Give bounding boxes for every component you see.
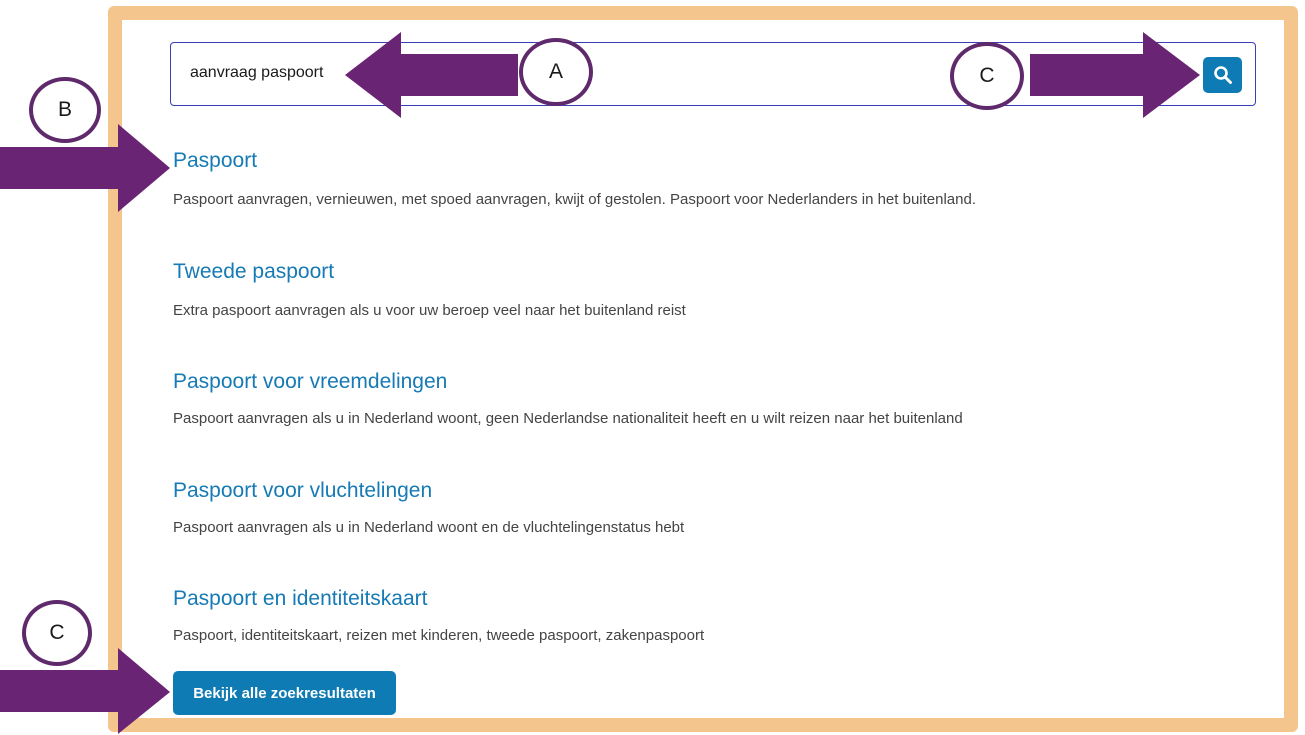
search-icon: [1213, 66, 1232, 84]
result-title-link[interactable]: Paspoort voor vluchtelingen: [173, 479, 432, 503]
show-all-results-button[interactable]: Bekijk alle zoekresultaten: [173, 671, 396, 715]
annotation-arrow-c-top: [1030, 32, 1200, 118]
annotation-badge-c-top: C: [950, 42, 1024, 110]
result-description: Paspoort aanvragen, vernieuwen, met spoe…: [173, 191, 976, 208]
result-description: Extra paspoort aanvragen als u voor uw b…: [173, 302, 686, 319]
result-description: Paspoort aanvragen als u in Nederland wo…: [173, 410, 963, 427]
search-button[interactable]: [1203, 57, 1242, 93]
annotation-badge-b: B: [29, 77, 101, 143]
result-title-link[interactable]: Paspoort voor vreemdelingen: [173, 370, 447, 394]
result-title-link[interactable]: Paspoort en identiteitskaart: [173, 587, 427, 611]
search-input-value: aanvraag paspoort: [190, 64, 324, 81]
annotation-arrow-a: [345, 32, 518, 118]
result-description: Paspoort aanvragen als u in Nederland wo…: [173, 519, 685, 536]
annotation-badge-c-bottom: C: [22, 600, 92, 666]
annotation-badge-a: A: [519, 38, 593, 106]
annotation-arrow-c-bottom: [0, 648, 170, 734]
result-description: Paspoort, identiteitskaart, reizen met k…: [173, 627, 705, 644]
result-title-link[interactable]: Paspoort: [173, 149, 257, 173]
result-title-link[interactable]: Tweede paspoort: [173, 260, 334, 284]
